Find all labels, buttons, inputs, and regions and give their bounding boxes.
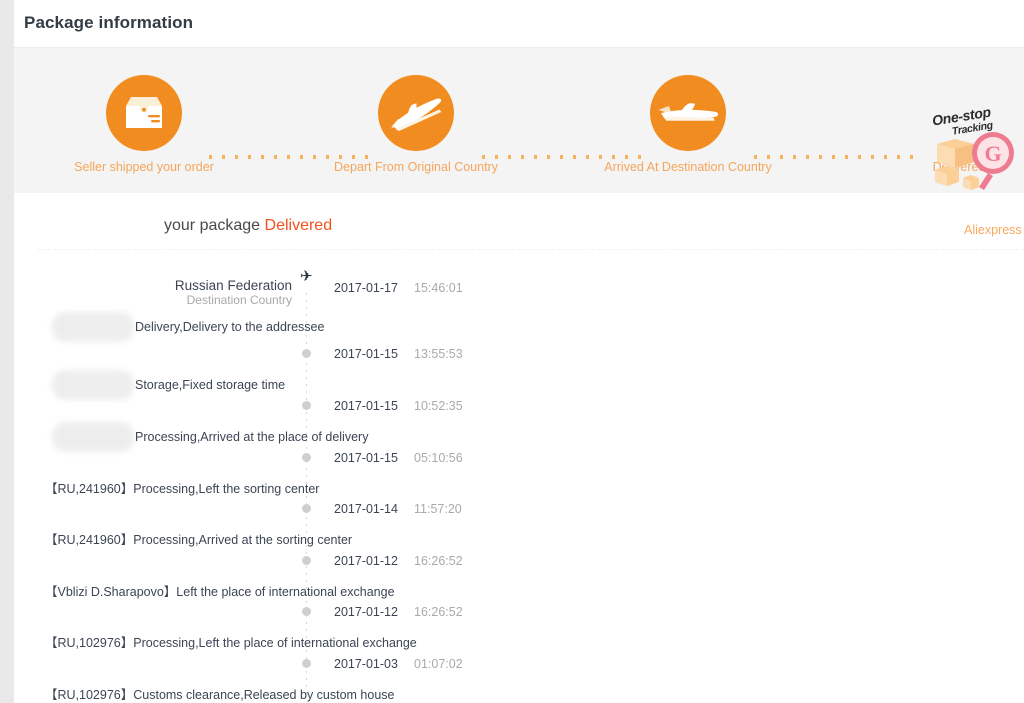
- airplane-arrival-icon: [650, 75, 726, 151]
- redacted-block: [52, 312, 134, 342]
- timeline-date: 2017-01-17: [334, 281, 398, 295]
- timeline-event-description: 【RU,241960】Processing,Left the sorting c…: [45, 482, 320, 496]
- timeline-event-description: Storage,Fixed storage time: [135, 378, 286, 392]
- timeline-destination-header: Russian Federation Destination Country: [14, 278, 292, 312]
- carrier-link[interactable]: Aliexpress S: [964, 223, 1024, 237]
- timeline-time: 16:26:52: [414, 605, 463, 619]
- timeline-dot-marker: [302, 504, 311, 513]
- timeline-dot-marker: [302, 659, 311, 668]
- timeline-event-description: 【RU,102976】Processing,Left the place of …: [45, 636, 417, 650]
- package-status-line: your package Delivered: [164, 217, 332, 235]
- progress-step-label: Arrived At Destination Country: [604, 160, 772, 174]
- timeline-time: 16:26:52: [414, 554, 463, 568]
- timeline-date: 2017-01-15: [334, 399, 398, 413]
- destination-country-name: Russian Federation: [174, 278, 292, 293]
- page-title: Package information: [24, 13, 194, 32]
- watermark-mark-letter: G: [984, 141, 1001, 166]
- airplane-departure-icon: [378, 75, 454, 151]
- section-divider: [38, 249, 1024, 250]
- package-information-card: Package information Seller shipped your …: [14, 0, 1024, 703]
- timeline-date: 2017-01-12: [334, 554, 398, 568]
- package-status-prefix: your package: [164, 217, 265, 234]
- airplane-marker-icon: ✈: [300, 268, 313, 285]
- timeline-event-description: 【RU,102976】Customs clearance,Released by…: [45, 688, 395, 702]
- card-header: Package information: [14, 0, 1024, 47]
- timeline-event-description: 【Vblizi D.Sharapovo】Left the place of in…: [45, 585, 395, 599]
- shipment-progress-bar: Seller shipped your order Depart From Or…: [14, 47, 1024, 194]
- redacted-block: [52, 422, 134, 452]
- progress-step-depart-origin[interactable]: Depart From Original Country: [306, 48, 526, 194]
- one-stop-tracking-watermark: One-stop Tracking G: [929, 104, 1021, 194]
- timeline-dot-marker: [302, 556, 311, 565]
- timeline-date: 2017-01-15: [334, 451, 398, 465]
- package-box-icon: [106, 75, 182, 151]
- timeline-time: 01:07:02: [414, 657, 463, 671]
- destination-country-subtitle: Destination Country: [186, 293, 292, 307]
- redacted-block: [52, 370, 134, 400]
- timeline-time: 13:55:53: [414, 347, 463, 361]
- progress-step-seller-shipped[interactable]: Seller shipped your order: [34, 48, 254, 194]
- timeline-date: 2017-01-12: [334, 605, 398, 619]
- progress-step-label: Depart From Original Country: [334, 160, 498, 174]
- timeline-event-description: Processing,Arrived at the place of deliv…: [135, 430, 369, 444]
- timeline-dot-marker: [302, 349, 311, 358]
- progress-step-label: Seller shipped your order: [74, 160, 214, 174]
- timeline-date: 2017-01-03: [334, 657, 398, 671]
- timeline-time: 11:57:20: [414, 502, 462, 516]
- timeline-dot-marker: [302, 401, 311, 410]
- timeline-event-description: Delivery,Delivery to the addressee: [135, 320, 325, 334]
- timeline-time: 15:46:01: [414, 281, 463, 295]
- timeline-date: 2017-01-15: [334, 347, 398, 361]
- page-root: Package information Seller shipped your …: [0, 0, 1024, 703]
- timeline-time: 10:52:35: [414, 399, 463, 413]
- timeline-date: 2017-01-14: [334, 502, 398, 516]
- progress-step-arrived-destination[interactable]: Arrived At Destination Country: [578, 48, 798, 194]
- package-status-value: Delivered: [264, 217, 333, 234]
- timeline-dot-marker: [302, 453, 311, 462]
- timeline-dot-marker: [302, 607, 311, 616]
- timeline-time: 05:10:56: [414, 451, 463, 465]
- timeline-event-description: 【RU,241960】Processing,Arrived at the sor…: [45, 533, 353, 547]
- tracking-detail-panel: your package Delivered Aliexpress S Russ…: [14, 193, 1024, 703]
